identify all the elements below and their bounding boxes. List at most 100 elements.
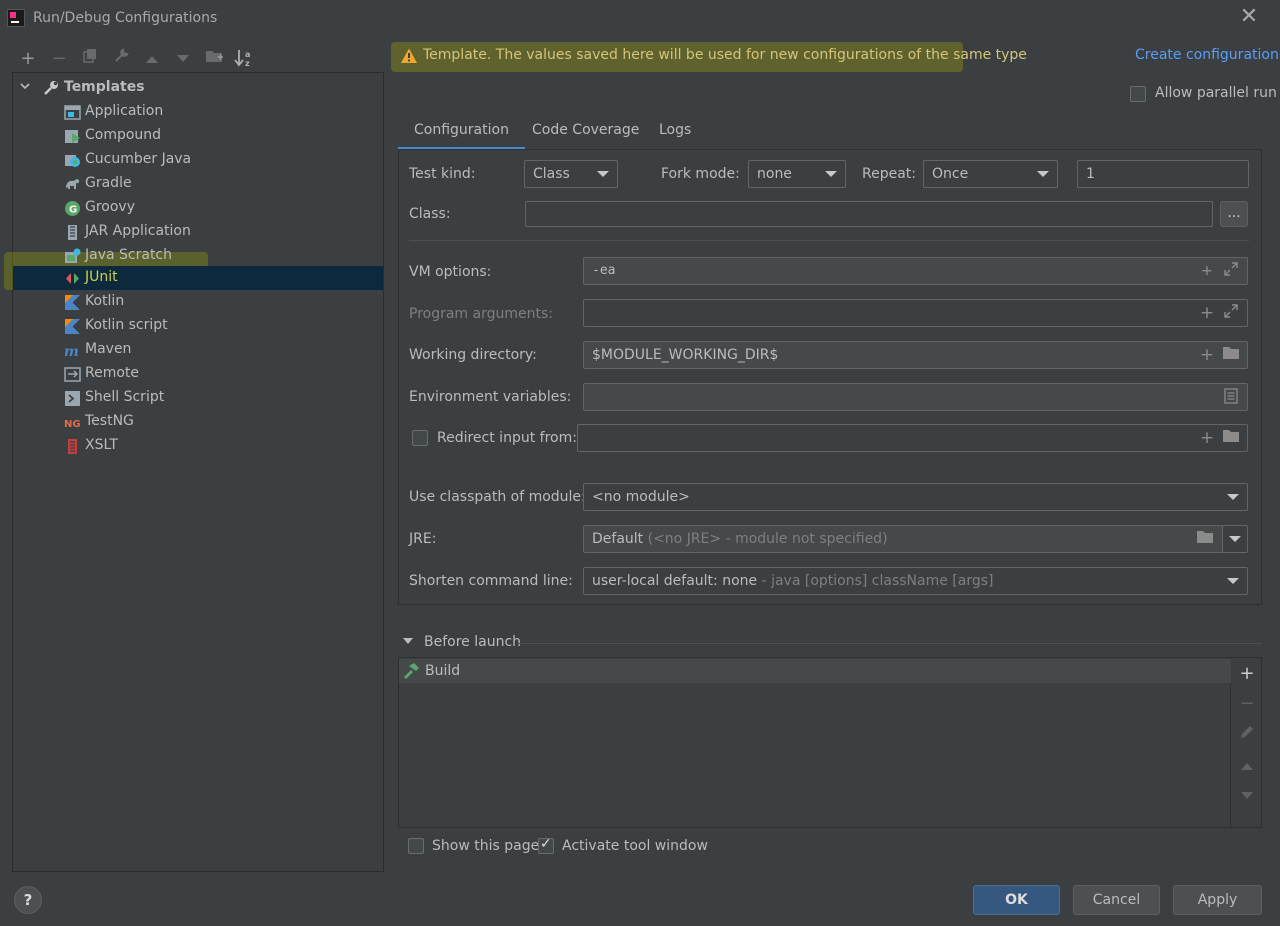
remove-task-button[interactable]: − xyxy=(1237,693,1257,715)
class-input[interactable] xyxy=(525,201,1213,227)
move-task-up-button[interactable] xyxy=(1237,755,1257,777)
shorten-command-line-value: user-local default: none xyxy=(592,573,758,589)
list-icon[interactable] xyxy=(1222,388,1240,406)
cucumber-java-icon xyxy=(64,152,81,169)
tree-item-gradle[interactable]: Gradle xyxy=(13,172,383,196)
kotlin-script-icon xyxy=(64,318,81,335)
new-folder-button[interactable] xyxy=(203,48,225,70)
expand-icon[interactable] xyxy=(1222,262,1240,280)
window-title: Run/Debug Configurations xyxy=(33,10,218,26)
repeat-count-input[interactable]: 1 xyxy=(1077,160,1249,188)
chevron-down-icon[interactable] xyxy=(19,80,33,94)
class-browse-button[interactable]: ... xyxy=(1220,201,1248,227)
tree-item-java-scratch[interactable]: Java Scratch xyxy=(13,244,383,268)
jre-hint: (<no JRE> - module not specified) xyxy=(647,531,888,547)
tree-root-templates[interactable]: Templates xyxy=(64,79,145,95)
repeat-combo[interactable]: Once xyxy=(923,160,1058,188)
edit-defaults-button[interactable] xyxy=(110,48,132,70)
apply-button[interactable]: Apply xyxy=(1173,885,1262,915)
tree-item-groovy[interactable]: G Groovy xyxy=(13,196,383,220)
tree-item-kotlin[interactable]: Kotlin xyxy=(13,290,383,314)
before-launch-list xyxy=(399,658,1231,827)
remove-configuration-button[interactable]: − xyxy=(48,48,70,70)
dropdown-arrow-icon xyxy=(597,171,609,177)
show-this-page-label: Show this page xyxy=(432,838,540,854)
plus-icon[interactable]: + xyxy=(1198,304,1216,322)
working-directory-input[interactable]: $MODULE_WORKING_DIR$ + xyxy=(583,341,1248,369)
dropdown-arrow-icon xyxy=(1227,578,1239,584)
expand-icon[interactable] xyxy=(1222,304,1240,322)
jre-input[interactable]: Default (<no JRE> - module not specified… xyxy=(583,525,1223,553)
tree-item-xslt[interactable]: XSLT xyxy=(13,434,383,458)
tree-item-kotlin-script[interactable]: Kotlin script xyxy=(13,314,383,338)
vm-options-label: VM options: xyxy=(409,264,492,280)
tree-item-junit[interactable]: JUnit xyxy=(13,266,383,290)
dropdown-arrow-icon xyxy=(1229,536,1241,542)
add-task-button[interactable]: + xyxy=(1237,663,1257,685)
list-item[interactable] xyxy=(399,659,1231,683)
plus-icon[interactable]: + xyxy=(1198,262,1216,280)
copy-configuration-button[interactable] xyxy=(79,48,101,70)
shorten-command-line-hint: - java [options] className [args] xyxy=(761,573,994,589)
xslt-icon xyxy=(64,438,81,455)
sort-button[interactable]: az xyxy=(233,48,255,70)
jre-dropdown-button[interactable] xyxy=(1222,525,1248,553)
tree-item-application[interactable]: Application xyxy=(13,100,383,124)
tree-item-maven[interactable]: m Maven xyxy=(13,338,383,362)
vm-options-input[interactable]: -ea + xyxy=(583,257,1248,285)
shorten-command-line-combo[interactable]: user-local default: none - java [options… xyxy=(583,567,1248,595)
folder-icon xyxy=(206,51,223,62)
edit-task-button[interactable] xyxy=(1237,724,1257,746)
activate-tool-window-checkbox[interactable] xyxy=(538,836,554,854)
kotlin-icon xyxy=(64,294,81,311)
tree-item-testng[interactable]: NG TestNG xyxy=(13,410,383,434)
show-this-page-checkbox[interactable] xyxy=(408,838,424,854)
repeat-value: Once xyxy=(932,166,969,182)
tree-item-compound[interactable]: Compound xyxy=(13,124,383,148)
cancel-button[interactable]: Cancel xyxy=(1073,885,1160,915)
tree-item-cucumber-java[interactable]: Cucumber Java xyxy=(13,148,383,172)
class-label: Class: xyxy=(409,206,451,222)
tab-logs[interactable]: Logs xyxy=(643,114,707,150)
environment-variables-input[interactable] xyxy=(583,383,1248,411)
classpath-module-combo[interactable]: <no module> xyxy=(583,483,1248,511)
dropdown-arrow-icon xyxy=(825,171,837,177)
help-button[interactable]: ? xyxy=(14,886,42,914)
redirect-input-field[interactable]: + xyxy=(577,424,1248,452)
fork-mode-combo[interactable]: none xyxy=(748,160,846,188)
warning-icon xyxy=(400,47,418,65)
arrow-down-icon xyxy=(1241,792,1253,799)
groovy-icon: G xyxy=(64,200,81,217)
tree-item-jar-application[interactable]: JAR Application xyxy=(13,220,383,244)
folder-icon[interactable] xyxy=(1196,530,1214,548)
tree-item-remote[interactable]: Remote xyxy=(13,362,383,386)
before-launch-label[interactable]: Before launch xyxy=(424,634,521,650)
plus-icon[interactable]: + xyxy=(1198,346,1216,364)
move-task-down-button[interactable] xyxy=(1237,785,1257,807)
redirect-input-checkbox[interactable] xyxy=(412,430,428,446)
allow-parallel-label: Allow parallel run xyxy=(1155,85,1277,101)
close-icon[interactable]: ✕ xyxy=(1238,6,1260,28)
ok-button[interactable]: OK xyxy=(973,885,1060,915)
test-kind-label: Test kind: xyxy=(409,166,476,182)
folder-icon[interactable] xyxy=(1222,429,1240,447)
program-arguments-input[interactable]: + xyxy=(583,299,1248,327)
fork-mode-value: none xyxy=(757,166,792,182)
hammer-icon xyxy=(402,662,420,680)
form-separator xyxy=(409,240,1249,241)
move-down-button[interactable] xyxy=(172,48,194,70)
test-kind-combo[interactable]: Class xyxy=(524,160,618,188)
tree-item-shell-script[interactable]: Shell Script xyxy=(13,386,383,410)
create-configuration-link[interactable]: Create configuration xyxy=(1135,47,1279,63)
before-launch-chevron-icon[interactable] xyxy=(403,638,413,644)
arrow-up-icon xyxy=(1241,763,1253,770)
allow-parallel-checkbox[interactable] xyxy=(1130,86,1146,102)
plus-icon[interactable]: + xyxy=(1198,429,1216,447)
tab-code-coverage[interactable]: Code Coverage xyxy=(516,114,655,150)
move-up-button[interactable] xyxy=(141,48,163,70)
folder-icon[interactable] xyxy=(1222,346,1240,364)
tab-configuration[interactable]: Configuration xyxy=(398,114,525,150)
add-configuration-button[interactable]: + xyxy=(17,48,39,70)
wrench-icon xyxy=(42,79,60,97)
fork-mode-label: Fork mode: xyxy=(661,166,740,182)
